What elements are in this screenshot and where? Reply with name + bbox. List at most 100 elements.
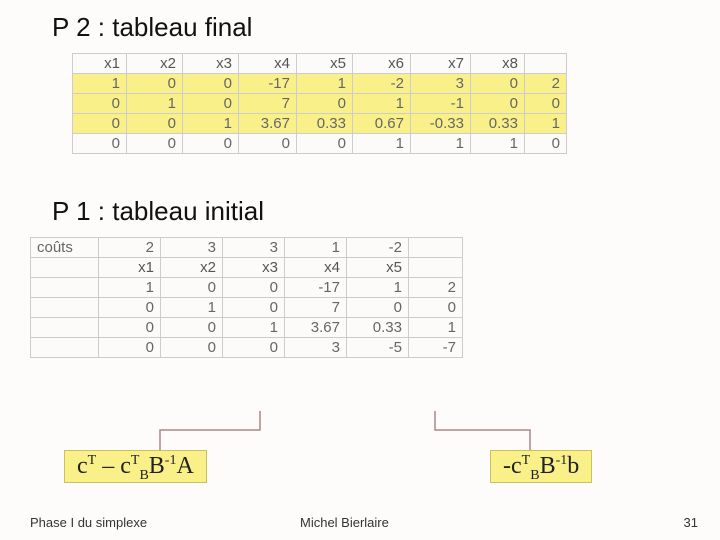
cell: 0 bbox=[471, 74, 525, 94]
cell: 1 bbox=[183, 114, 239, 134]
cell: 0 bbox=[223, 338, 285, 358]
table-row: 0 0 0 3 -5 -7 bbox=[31, 338, 463, 358]
cell: 3 bbox=[411, 74, 471, 94]
cell: 0 bbox=[471, 94, 525, 114]
table1-wrap: x1 x2 x3 x4 x5 x6 x7 x8 1 0 0 -17 1 -2 3… bbox=[72, 53, 720, 154]
cell: 0 bbox=[73, 114, 127, 134]
cell: 3 bbox=[161, 238, 223, 258]
cell: 0 bbox=[73, 94, 127, 114]
cell: 1 bbox=[525, 114, 567, 134]
table2-wrap: coûts 2 3 3 1 -2 x1 x2 x3 x4 x5 1 0 bbox=[30, 237, 720, 358]
table-row: 0 0 1 3.67 0.33 0.67 -0.33 0.33 1 bbox=[73, 114, 567, 134]
cell: 0 bbox=[525, 134, 567, 154]
heading-p1: P 1 : tableau initial bbox=[0, 184, 720, 237]
cell: 0 bbox=[161, 338, 223, 358]
cell: 0 bbox=[99, 338, 161, 358]
col-header: x3 bbox=[183, 54, 239, 74]
cell: 0 bbox=[161, 278, 223, 298]
cell: 0 bbox=[127, 114, 183, 134]
heading-p2: P 2 : tableau final bbox=[0, 0, 720, 53]
cell: 1 bbox=[347, 278, 409, 298]
cell: -17 bbox=[239, 74, 297, 94]
col-header: x2 bbox=[127, 54, 183, 74]
table-header-row: x1 x2 x3 x4 x5 bbox=[31, 258, 463, 278]
footer-page-number: 31 bbox=[684, 515, 698, 530]
cell: 2 bbox=[99, 238, 161, 258]
cell: 0 bbox=[409, 298, 463, 318]
cell: -2 bbox=[347, 238, 409, 258]
cell bbox=[31, 258, 99, 278]
cell: 0.33 bbox=[347, 318, 409, 338]
table-row: 0 1 0 7 0 0 bbox=[31, 298, 463, 318]
cell: 0.67 bbox=[353, 114, 411, 134]
col-header: x1 bbox=[99, 258, 161, 278]
table-p1-initial: coûts 2 3 3 1 -2 x1 x2 x3 x4 x5 1 0 bbox=[30, 237, 463, 358]
cell: 0 bbox=[183, 134, 239, 154]
cell: -7 bbox=[409, 338, 463, 358]
costs-row: coûts 2 3 3 1 -2 bbox=[31, 238, 463, 258]
cell: 1 bbox=[353, 94, 411, 114]
cell: 0 bbox=[73, 134, 127, 154]
col-header: x7 bbox=[411, 54, 471, 74]
cell: 3.67 bbox=[239, 114, 297, 134]
cell: 1 bbox=[99, 278, 161, 298]
cell: 3 bbox=[285, 338, 347, 358]
cell: 0 bbox=[223, 298, 285, 318]
col-header: x2 bbox=[161, 258, 223, 278]
cell: 1 bbox=[471, 134, 525, 154]
cell: 0 bbox=[183, 74, 239, 94]
formula-objective: -cTBB-1b bbox=[490, 450, 592, 483]
cell: 1 bbox=[285, 238, 347, 258]
col-header bbox=[409, 258, 463, 278]
cell: 0 bbox=[161, 318, 223, 338]
cell: 0 bbox=[99, 298, 161, 318]
col-header: x4 bbox=[239, 54, 297, 74]
cell: 1 bbox=[353, 134, 411, 154]
col-header: x6 bbox=[353, 54, 411, 74]
cell: 0.33 bbox=[471, 114, 525, 134]
cell: 1 bbox=[409, 318, 463, 338]
col-header: x5 bbox=[347, 258, 409, 278]
cell: -5 bbox=[347, 338, 409, 358]
col-header: x4 bbox=[285, 258, 347, 278]
cell: 1 bbox=[223, 318, 285, 338]
cell: 0 bbox=[127, 74, 183, 94]
cell: 7 bbox=[239, 94, 297, 114]
cell: 2 bbox=[525, 74, 567, 94]
col-header: x8 bbox=[471, 54, 525, 74]
cell: -2 bbox=[353, 74, 411, 94]
cell: 3.67 bbox=[285, 318, 347, 338]
table-header-row: x1 x2 x3 x4 x5 x6 x7 x8 bbox=[73, 54, 567, 74]
cell: 0 bbox=[223, 278, 285, 298]
table-row: 1 0 0 -17 1 2 bbox=[31, 278, 463, 298]
cell: 1 bbox=[411, 134, 471, 154]
table-row: 1 0 0 -17 1 -2 3 0 2 bbox=[73, 74, 567, 94]
cell: 0 bbox=[239, 134, 297, 154]
table-row: 0 1 0 7 0 1 -1 0 0 bbox=[73, 94, 567, 114]
cell: 0 bbox=[183, 94, 239, 114]
col-header: x1 bbox=[73, 54, 127, 74]
cell bbox=[409, 238, 463, 258]
footer-center: Michel Bierlaire bbox=[300, 515, 389, 530]
cell: 3 bbox=[223, 238, 285, 258]
cell: -1 bbox=[411, 94, 471, 114]
table-p2-final: x1 x2 x3 x4 x5 x6 x7 x8 1 0 0 -17 1 -2 3… bbox=[72, 53, 567, 154]
cell: 0.33 bbox=[297, 114, 353, 134]
cell: -17 bbox=[285, 278, 347, 298]
cell: 0 bbox=[297, 134, 353, 154]
costs-label: coûts bbox=[31, 238, 99, 258]
cell: 7 bbox=[285, 298, 347, 318]
table-row: 0 0 0 0 0 1 1 1 0 bbox=[73, 134, 567, 154]
cell: 1 bbox=[297, 74, 353, 94]
cell: 1 bbox=[73, 74, 127, 94]
col-header: x5 bbox=[297, 54, 353, 74]
cell: 0 bbox=[127, 134, 183, 154]
cell: 0 bbox=[525, 94, 567, 114]
cell: 1 bbox=[127, 94, 183, 114]
formula-reduced-costs: cT – cTBB-1A bbox=[64, 450, 207, 483]
table-row: 0 0 1 3.67 0.33 1 bbox=[31, 318, 463, 338]
col-header: x3 bbox=[223, 258, 285, 278]
cell: 0 bbox=[99, 318, 161, 338]
cell: -0.33 bbox=[411, 114, 471, 134]
cell: 0 bbox=[347, 298, 409, 318]
